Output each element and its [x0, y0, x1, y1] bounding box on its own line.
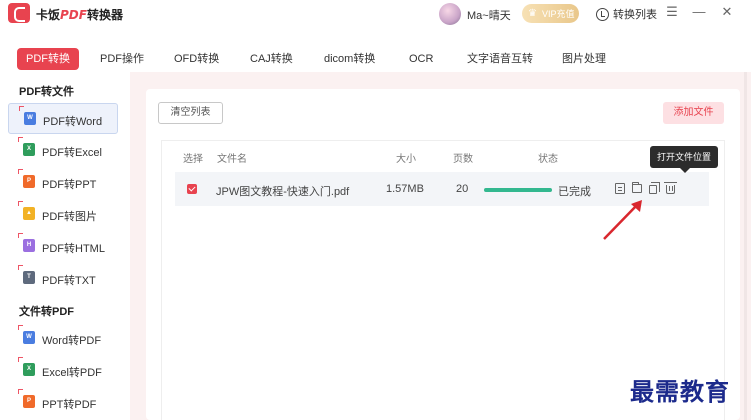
html-file-icon: H	[18, 233, 35, 252]
clear-list-button[interactable]: 清空列表	[158, 102, 223, 124]
column-header-pages: 页数	[453, 154, 473, 165]
ppt-file-icon: P	[18, 169, 35, 188]
sidebar-section-file-to-pdf: 文件转PDF	[19, 306, 74, 318]
column-header-size: 大小	[396, 154, 416, 165]
row-size: 1.57MB	[386, 183, 424, 195]
sidebar-item-label: Word转PDF	[42, 335, 102, 347]
main-panel: 清空列表 添加文件 选择 文件名 大小 页数 状态 JPW图文教程-快速入门.p…	[130, 72, 751, 420]
scrollbar[interactable]	[744, 72, 747, 420]
txt-file-icon: T	[18, 265, 35, 284]
delete-icon[interactable]	[664, 182, 677, 194]
annotation-arrow-icon	[603, 200, 642, 240]
vip-label: VIP充值	[542, 9, 575, 19]
sidebar-item-ppt-to-pdf[interactable]: P PPT转PDF	[8, 387, 118, 418]
add-file-button[interactable]: 添加文件	[663, 102, 724, 124]
file-doc-icon[interactable]	[615, 183, 625, 194]
sidebar-item-label: PPT转PDF	[42, 399, 97, 411]
username[interactable]: Ma~晴天	[467, 7, 511, 23]
file-list-card: 清空列表 添加文件 选择 文件名 大小 页数 状态 JPW图文教程-快速入门.p…	[146, 89, 740, 420]
word-file-icon: W	[18, 325, 35, 344]
tab-dicom-convert[interactable]: dicom转换	[324, 48, 375, 70]
sidebar-section-pdf-to-file: PDF转文件	[19, 86, 74, 98]
crown-icon: ♛	[528, 8, 537, 19]
menu-icon[interactable]: ☰	[664, 4, 680, 20]
sidebar-item-label: PDF转HTML	[42, 243, 105, 255]
column-header-select: 选择	[183, 154, 203, 165]
tab-text-speech[interactable]: 文字语音互转	[467, 48, 533, 70]
watermark: 最需教育	[630, 377, 730, 406]
open-folder-icon[interactable]	[632, 182, 642, 193]
tab-pdf-convert[interactable]: PDF转换	[17, 48, 79, 70]
row-progress-bar	[484, 188, 552, 192]
tab-ocr[interactable]: OCR	[409, 48, 433, 70]
excel-file-icon: X	[18, 357, 35, 376]
top-nav: PDF转换 PDF操作 OFD转换 CAJ转换 dicom转换 OCR 文字语音…	[0, 44, 751, 72]
row-status: 已完成	[558, 186, 591, 198]
app-title: 卡饭PDF转换器	[36, 8, 123, 22]
row-filename: JPW图文教程-快速入门.pdf	[216, 186, 350, 198]
sidebar-item-word-to-pdf[interactable]: W Word转PDF	[8, 323, 118, 354]
tab-image-processing[interactable]: 图片处理	[562, 48, 606, 70]
sidebar-item-pdf-to-txt[interactable]: T PDF转TXT	[8, 263, 118, 294]
row-pages: 20	[456, 183, 469, 195]
convert-list-label: 转换列表	[613, 9, 657, 21]
sidebar-item-label: PDF转TXT	[42, 275, 96, 287]
ppt-file-icon: P	[18, 389, 35, 408]
sidebar: PDF转文件 W PDF转Word X PDF转Excel P PDF转PPT …	[0, 72, 130, 420]
convert-list-button[interactable]: 转换列表	[596, 6, 657, 22]
copy-icon[interactable]	[649, 182, 660, 194]
sidebar-item-pdf-to-image[interactable]: ▲ PDF转图片	[8, 199, 118, 230]
tab-pdf-operations[interactable]: PDF操作	[100, 48, 144, 70]
vip-recharge-button[interactable]: ♛ VIP充值	[522, 4, 579, 23]
title-bar: 卡饭PDF转换器 Ma~晴天 ♛ VIP充值 转换列表 ☰ — ✕	[0, 0, 751, 28]
sidebar-item-label: PDF转图片	[42, 211, 97, 223]
image-file-icon: ▲	[18, 201, 35, 220]
sidebar-item-label: PDF转Word	[43, 116, 103, 128]
avatar[interactable]	[439, 3, 461, 25]
close-icon[interactable]: ✕	[719, 4, 735, 20]
clock-icon	[596, 7, 609, 21]
sidebar-item-pdf-to-ppt[interactable]: P PDF转PPT	[8, 167, 118, 198]
column-header-filename: 文件名	[217, 154, 247, 165]
word-file-icon: W	[19, 106, 36, 125]
sidebar-item-pdf-to-excel[interactable]: X PDF转Excel	[8, 135, 118, 166]
sidebar-item-label: PDF转PPT	[42, 179, 97, 191]
app-logo-icon	[8, 3, 30, 23]
row-checkbox[interactable]	[187, 184, 197, 194]
sidebar-item-pdf-to-word[interactable]: W PDF转Word	[8, 103, 118, 134]
sidebar-item-excel-to-pdf[interactable]: X Excel转PDF	[8, 355, 118, 386]
sidebar-item-label: PDF转Excel	[42, 147, 102, 159]
sidebar-item-label: Excel转PDF	[42, 367, 102, 379]
column-header-status: 状态	[538, 154, 558, 165]
progress-fill	[484, 188, 552, 192]
excel-file-icon: X	[18, 137, 35, 156]
tab-caj-convert[interactable]: CAJ转换	[250, 48, 293, 70]
tab-ofd-convert[interactable]: OFD转换	[174, 48, 219, 70]
minimize-icon[interactable]: —	[691, 4, 707, 20]
open-location-tooltip: 打开文件位置	[650, 146, 719, 173]
sidebar-item-pdf-to-html[interactable]: H PDF转HTML	[8, 231, 118, 262]
